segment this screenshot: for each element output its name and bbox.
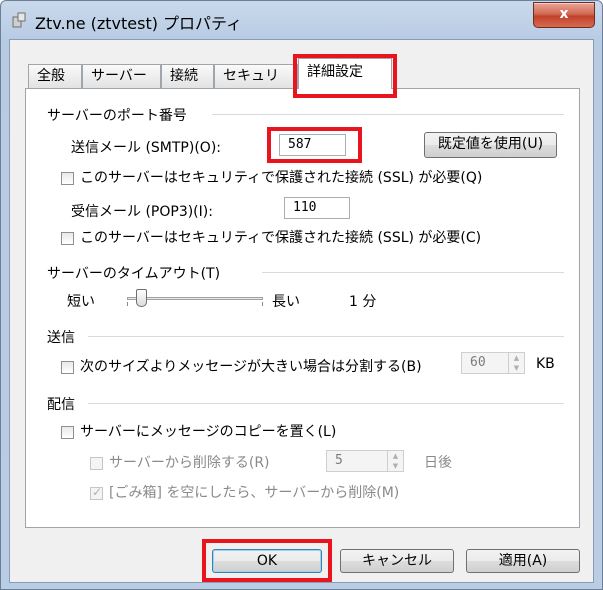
checkmark-icon: ✓ [92, 485, 103, 499]
remove-after-unit: 日後 [424, 455, 452, 471]
highlight-ok-button [202, 539, 332, 582]
smtp-port-label: 送信メール (SMTP)(O): [71, 140, 221, 156]
remove-after-label: サーバーから削除する(R) [109, 455, 270, 471]
timeout-group-line [262, 272, 564, 273]
spin-down-icon[interactable]: ▼ [388, 461, 403, 471]
spin-down-icon[interactable]: ▼ [509, 363, 524, 373]
timeout-value: 1 分 [349, 294, 377, 310]
ports-group-label: サーバーのポート番号 [47, 108, 187, 124]
tab-security[interactable]: セキュリティ [214, 64, 298, 107]
remove-on-empty-label: [ごみ箱] を空にしたら、サーバーから削除(M) [109, 485, 400, 501]
split-size-spinner[interactable]: ▲ ▼ [509, 352, 525, 374]
cancel-button[interactable]: キャンセル [340, 549, 454, 573]
split-size-unit: KB [536, 356, 555, 372]
smtp-ssl-label: このサーバーはセキュリティで保護された接続 (SSL) が必要(Q) [80, 170, 483, 186]
smtp-ssl-checkbox[interactable] [61, 172, 74, 185]
pop3-ssl-label: このサーバーはセキュリティで保護された接続 (SSL) が必要(C) [80, 230, 482, 246]
account-icon [12, 12, 26, 28]
pop3-port-label: 受信メール (POP3)(I): [71, 204, 213, 220]
sending-group-label: 送信 [47, 330, 75, 346]
remove-after-spinner[interactable]: ▲ ▼ [388, 450, 404, 472]
window-title: Ztv.ne (ztvtest) プロパティ [35, 14, 243, 33]
title-bar[interactable]: Ztv.ne (ztvtest) プロパティ x [1, 1, 602, 39]
split-size-input[interactable]: 60 [461, 352, 509, 374]
close-icon: x [559, 6, 569, 22]
pop3-port-input[interactable]: 110 [284, 197, 350, 219]
pop3-ssl-checkbox[interactable] [61, 232, 74, 245]
spin-up-icon[interactable]: ▲ [388, 451, 403, 461]
spin-up-icon[interactable]: ▲ [509, 353, 524, 363]
close-button[interactable]: x [533, 2, 595, 28]
split-message-checkbox[interactable] [61, 361, 74, 374]
slider-thumb[interactable] [135, 289, 147, 307]
split-message-label: 次のサイズよりメッセージが大きい場合は分割する(B) [80, 359, 422, 375]
remove-on-empty-checkbox[interactable]: ✓ [90, 485, 103, 500]
highlight-advanced-tab [293, 54, 397, 98]
timeout-short-label: 短い [67, 294, 95, 310]
leave-copy-label: サーバーにメッセージのコピーを置く(L) [80, 424, 337, 440]
highlight-smtp-port [267, 127, 362, 163]
slider-track[interactable] [127, 297, 263, 300]
apply-button[interactable]: 適用(A) [466, 549, 580, 573]
slider-tick [262, 302, 263, 306]
delivery-group-line [88, 403, 564, 404]
tab-server[interactable]: サーバー [82, 64, 161, 88]
use-default-button[interactable]: 既定値を使用(U) [424, 132, 557, 158]
remove-after-checkbox[interactable] [90, 457, 103, 470]
leave-copy-checkbox[interactable] [61, 426, 74, 439]
tab-connection[interactable]: 接続 [161, 64, 214, 88]
delivery-group-label: 配信 [47, 397, 75, 413]
slider-tick [127, 302, 128, 306]
tab-general[interactable]: 全般 [28, 64, 82, 88]
timeout-group-label: サーバーのタイムアウト(T) [47, 266, 221, 282]
sending-group-line [88, 336, 564, 337]
timeout-long-label: 長い [272, 294, 300, 310]
ports-group-line [212, 114, 564, 115]
remove-after-days-input[interactable]: 5 [326, 450, 388, 472]
